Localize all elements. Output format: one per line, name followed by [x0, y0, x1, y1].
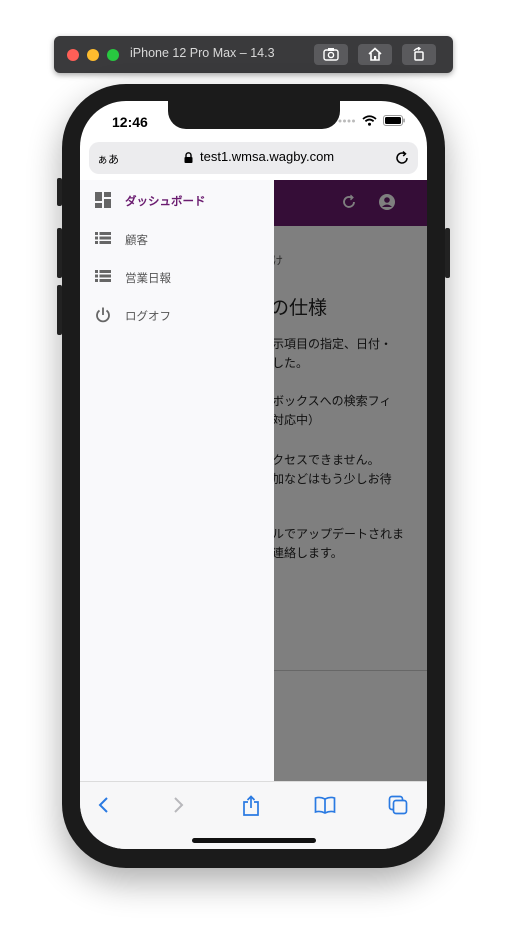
home-icon [368, 47, 382, 61]
navigation-drawer: ダッシュボード 顧客 営業日報 ログオフ [80, 180, 274, 781]
battery-icon [383, 115, 405, 126]
nav-item-label: 顧客 [125, 233, 148, 247]
nav-item-dashboard[interactable]: ダッシュボード [80, 181, 274, 219]
nav-item-label: ダッシュボード [125, 194, 206, 208]
dashboard-icon [95, 192, 111, 208]
minimize-window-button[interactable] [87, 49, 99, 61]
status-icons [338, 115, 405, 126]
reload-icon[interactable] [394, 150, 410, 166]
share-icon[interactable] [242, 795, 260, 817]
nav-item-sales-report[interactable]: 営業日報 [80, 258, 274, 296]
notch [168, 101, 340, 129]
power-icon [96, 307, 110, 323]
simulator-title: iPhone 12 Pro Max – 14.3 [130, 46, 275, 60]
home-indicator[interactable] [192, 838, 316, 843]
screenshot-button[interactable] [314, 44, 348, 65]
zoom-window-button[interactable] [107, 49, 119, 61]
home-button[interactable] [358, 44, 392, 65]
tabs-icon[interactable] [388, 795, 408, 815]
wifi-icon [362, 115, 377, 126]
nav-item-label: ログオフ [125, 309, 171, 323]
back-icon[interactable] [97, 795, 111, 815]
volume-up-button [57, 228, 62, 278]
volume-down-button [57, 285, 62, 335]
nav-item-logoff[interactable]: ログオフ [80, 296, 274, 334]
phone-screen: 12:46 ぁあ test1.wmsa.wagby.com ダッシュボード 顧客… [80, 101, 427, 849]
nav-item-label: 営業日報 [125, 271, 171, 285]
screenshot-icon [323, 48, 339, 61]
signal-icon [338, 119, 355, 122]
lock-icon [184, 152, 193, 163]
bookmarks-icon[interactable] [314, 795, 336, 815]
forward-icon[interactable] [171, 795, 185, 815]
rotate-icon [413, 47, 424, 61]
list-icon [95, 270, 111, 282]
close-window-button[interactable] [67, 49, 79, 61]
address-bar[interactable]: ぁあ test1.wmsa.wagby.com [89, 142, 418, 174]
text-size-button[interactable]: ぁあ [97, 151, 119, 167]
status-time: 12:46 [112, 114, 148, 130]
mute-switch [57, 178, 62, 206]
simulator-toolbar: iPhone 12 Pro Max – 14.3 [54, 36, 453, 73]
url-text: test1.wmsa.wagby.com [200, 149, 335, 164]
rotate-button[interactable] [402, 44, 436, 65]
list-icon [95, 232, 111, 244]
nav-item-customers[interactable]: 顧客 [80, 220, 274, 258]
power-button [445, 228, 450, 278]
